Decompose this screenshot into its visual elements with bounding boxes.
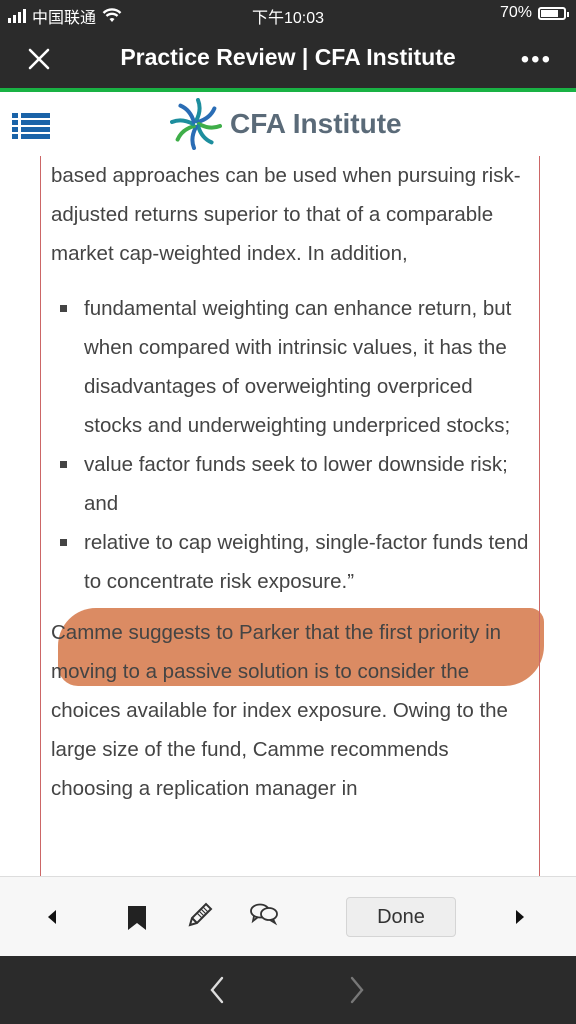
- browser-bottom-bar: [0, 956, 576, 1024]
- chevron-right-icon[interactable]: [346, 974, 368, 1006]
- status-right: 70%: [499, 4, 569, 22]
- battery-percent: 70%: [499, 4, 532, 21]
- done-button[interactable]: Done: [346, 897, 456, 937]
- bullet-item: fundamental weighting can enhance return…: [51, 289, 529, 445]
- battery-icon: [538, 6, 569, 20]
- page-title: Practice Review | CFA Institute: [120, 44, 456, 70]
- site-header: CFA Institute: [0, 92, 576, 156]
- bullet-list: fundamental weighting can enhance return…: [51, 289, 529, 601]
- status-bar: 中国联通 下午10:03 70%: [0, 0, 576, 28]
- more-icon[interactable]: •••: [521, 46, 552, 74]
- battery-fill: [541, 9, 558, 17]
- chevron-left-icon[interactable]: [206, 974, 228, 1006]
- article-paragraph: Camme suggests to Parker that the first …: [51, 621, 508, 800]
- bullet-item: value factor funds seek to lower downsid…: [51, 445, 529, 523]
- cfa-logo-icon: [170, 98, 222, 150]
- logo-text: CFA Institute: [230, 108, 402, 139]
- bookmark-icon[interactable]: [126, 905, 148, 931]
- pencil-icon[interactable]: [184, 899, 216, 931]
- bullet-item-highlighted: relative to cap weighting, single-factor…: [51, 523, 529, 601]
- cfa-logo[interactable]: CFA Institute: [170, 98, 402, 150]
- nav-bar: Practice Review | CFA Institute •••: [0, 28, 576, 88]
- list-menu-icon[interactable]: [12, 112, 50, 140]
- status-time: 下午10:03: [251, 10, 325, 27]
- reader-toolbar: Done: [0, 876, 576, 957]
- article-paragraph: based approaches can be used when pursui…: [51, 164, 521, 265]
- triangle-left-icon[interactable]: [44, 907, 60, 927]
- comment-bubbles-icon[interactable]: [248, 901, 280, 927]
- article-body: based approaches can be used when pursui…: [41, 156, 539, 808]
- article-content: based approaches can be used when pursui…: [40, 156, 540, 876]
- triangle-right-icon[interactable]: [512, 907, 528, 927]
